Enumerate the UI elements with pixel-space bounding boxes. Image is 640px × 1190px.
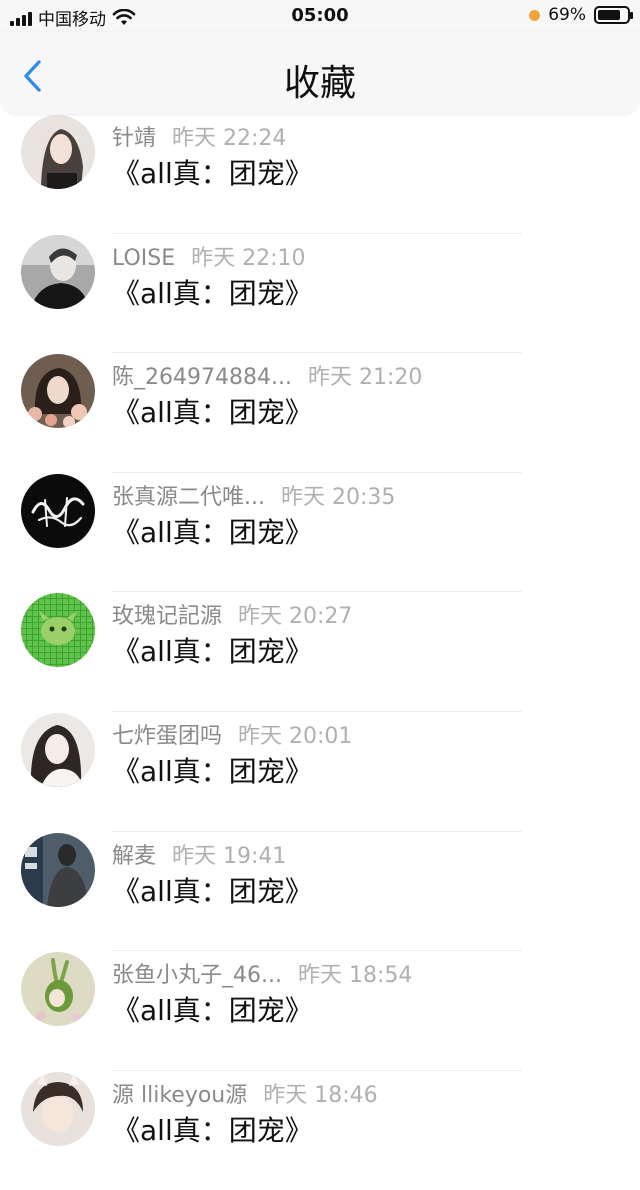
sender-name: 张鱼小丸子_46... (112, 963, 282, 989)
item-meta: 针靖 昨天 22:24 (112, 120, 286, 152)
sender-name: 陈_264974884... (112, 365, 292, 391)
item-title: 《all真：团宠》 (112, 1113, 313, 1147)
battery-icon (594, 6, 633, 24)
avatar (21, 473, 95, 548)
item-title: 《all真：团宠》 (112, 515, 313, 549)
item-meta: LOISE 昨天 22:10 (112, 240, 306, 272)
sender-name: 解麦 (112, 843, 157, 869)
timestamp: 昨天 20:35 (280, 484, 396, 510)
list-item[interactable]: 七炸蛋团吗 昨天 20:01 《all真：团宠》 (0, 712, 640, 832)
item-title: 《all真：团宠》 (112, 276, 313, 310)
orange-dot-icon (529, 9, 541, 21)
avatar (21, 712, 95, 787)
list-item[interactable]: 解麦 昨天 19:41 《all真：团宠》 (0, 832, 640, 952)
avatar (21, 1071, 95, 1146)
timestamp: 昨天 22:10 (191, 245, 306, 271)
timestamp: 昨天 22:24 (172, 126, 287, 151)
avatar (21, 115, 95, 189)
item-title: 《all真：团宠》 (112, 157, 313, 190)
item-meta: 张鱼小丸子_46... 昨天 18:54 (112, 957, 412, 989)
avatar (21, 593, 95, 668)
item-title: 《all真：团宠》 (112, 994, 313, 1028)
sender-name: 七炸蛋团吗 (112, 723, 223, 749)
avatar (21, 952, 95, 1027)
timestamp: 昨天 21:20 (307, 365, 423, 391)
item-meta: 源 llikeyou源 昨天 18:46 (112, 1077, 378, 1109)
nav-bar: 收藏 (0, 32, 640, 114)
sender-name: 张真源二代唯... (112, 484, 265, 510)
avatar (21, 234, 95, 309)
item-title: 《all真：团宠》 (112, 754, 313, 788)
status-bar: 中国移动 05:00 69% (0, 0, 640, 32)
avatar (21, 832, 95, 907)
sender-name: 源 llikeyou源 (112, 1082, 248, 1108)
timestamp: 昨天 18:54 (297, 963, 413, 989)
sender-name: 针靖 (112, 126, 157, 151)
sender-name: 玫瑰记記源 (112, 604, 223, 630)
list-item[interactable]: 张鱼小丸子_46... 昨天 18:54 《all真：团宠》 (0, 951, 640, 1071)
timestamp: 昨天 20:01 (238, 723, 353, 749)
timestamp: 昨天 20:27 (238, 604, 353, 630)
list-item[interactable]: 源 llikeyou源 昨天 18:46 《all真：团宠》 (0, 1071, 640, 1190)
item-meta: 陈_264974884... 昨天 21:20 (112, 359, 422, 391)
list-item[interactable]: 张真源二代唯... 昨天 20:35 《all真：团宠》 (0, 473, 640, 593)
page-title: 收藏 (283, 63, 356, 104)
sender-name: LOISE (112, 245, 176, 271)
list-item[interactable]: 玫瑰记記源 昨天 20:27 《all真：团宠》 (0, 592, 640, 712)
item-title: 《all真：团宠》 (112, 396, 313, 430)
item-meta: 七炸蛋团吗 昨天 20:01 (112, 718, 352, 750)
timestamp: 昨天 19:41 (172, 843, 287, 869)
timestamp: 昨天 18:46 (263, 1082, 378, 1108)
battery-percent: 69% (548, 5, 586, 25)
item-meta: 张真源二代唯... 昨天 20:35 (112, 479, 395, 511)
item-meta: 解麦 昨天 19:41 (112, 838, 286, 870)
item-title: 《all真：团宠》 (112, 635, 313, 669)
list-item[interactable]: 陈_264974884... 昨天 21:20 《all真：团宠》 (0, 353, 640, 473)
item-meta: 玫瑰记記源 昨天 20:27 (112, 598, 352, 630)
item-title: 《all真：团宠》 (112, 874, 313, 908)
favorites-list: 针靖 昨天 22:24 《all真：团宠》 LOISE 昨天 22:10 《all真… (0, 114, 640, 1190)
list-item[interactable]: 针靖 昨天 22:24 《all真：团宠》 (0, 114, 640, 234)
list-item[interactable]: LOISE 昨天 22:10 《all真：团宠》 (0, 234, 640, 354)
avatar (21, 354, 95, 429)
status-right: 69% (529, 5, 633, 25)
